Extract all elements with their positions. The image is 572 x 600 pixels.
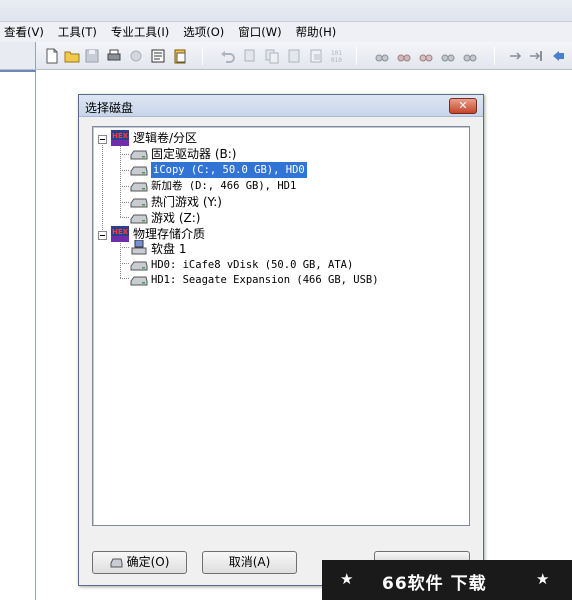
tree-connector <box>120 186 129 187</box>
hard-drive-icon <box>130 214 148 224</box>
toolbar: 101 010 <box>0 42 572 70</box>
paste-icon[interactable] <box>286 48 302 64</box>
tree-connector <box>120 278 129 279</box>
star-icon: ★ <box>340 570 354 588</box>
disabled-tool-icon[interactable] <box>128 48 144 64</box>
hard-drive-icon <box>130 166 148 176</box>
save-icon[interactable] <box>84 48 100 64</box>
menu-window[interactable]: 窗口(W) <box>231 24 288 40</box>
menu-pro-tools[interactable]: 专业工具(I) <box>104 24 176 40</box>
open-folder-icon[interactable] <box>64 48 80 64</box>
floppy-drive-icon <box>131 240 147 255</box>
replace-icon[interactable] <box>418 48 434 64</box>
copy-icon[interactable] <box>264 48 280 64</box>
bookmark-icon[interactable] <box>550 48 566 64</box>
tree-group-label: 逻辑卷/分区 <box>133 131 198 145</box>
clipboard-icon[interactable] <box>172 48 188 64</box>
undo-icon[interactable] <box>220 48 236 64</box>
watermark-text: 66软件 下载 <box>382 574 487 594</box>
dialog-titlebar: 选择磁盘 ✕ <box>79 95 483 117</box>
svg-text:101: 101 <box>331 50 342 57</box>
goto-icon[interactable] <box>528 48 544 64</box>
tree-item-label: HD1: Seagate Expansion (466 GB, USB) <box>151 274 379 286</box>
find-hex-icon[interactable] <box>396 48 412 64</box>
tree-connector <box>120 217 129 218</box>
tree-item-label: 热门游戏 (Y:) <box>151 195 222 209</box>
svg-text:010: 010 <box>331 57 342 64</box>
tree-connector <box>120 154 129 155</box>
star-icon: ★ <box>536 570 550 588</box>
toolbar-separator <box>202 47 203 65</box>
toolbar-separator <box>494 47 495 65</box>
menu-tools[interactable]: 工具(T) <box>51 24 104 40</box>
hard-drive-icon <box>130 182 148 192</box>
left-pane <box>0 70 36 600</box>
tree-connector <box>120 145 121 217</box>
cancel-button[interactable]: 取消(A) <box>202 551 297 574</box>
left-pane-header <box>0 42 36 69</box>
find-next-icon[interactable] <box>440 48 456 64</box>
cancel-button-label: 取消(A) <box>228 555 271 569</box>
hard-drive-icon <box>130 276 148 286</box>
collapse-logical-toggle[interactable] <box>98 135 107 144</box>
find-icon[interactable] <box>374 48 390 64</box>
tree-item-selected[interactable]: iCopy (C:, 50.0 GB), HD0 <box>151 162 307 178</box>
dialog-title: 选择磁盘 <box>85 101 134 115</box>
left-pane-accent <box>0 70 36 72</box>
tree-item[interactable]: 热门游戏 (Y:) <box>151 194 222 210</box>
hex-logo-icon: HEX <box>111 226 129 242</box>
tree-item[interactable]: 新加卷 (D:, 466 GB), HD1 <box>151 178 296 194</box>
ok-button-label: 确定(O) <box>126 555 170 569</box>
close-button[interactable]: ✕ <box>449 98 477 114</box>
tree-item[interactable]: 游戏 (Z:) <box>151 210 200 226</box>
tree-item-label: 新加卷 (D:, 466 GB), HD1 <box>151 180 297 192</box>
hard-drive-icon <box>130 198 148 208</box>
tree-connector <box>102 140 103 236</box>
tree-item[interactable]: HD0: iCafe8 vDisk (50.0 GB, ATA) <box>151 257 353 273</box>
hex-logo-icon: HEX <box>111 130 129 146</box>
window-title-strip <box>0 0 572 22</box>
properties-icon[interactable] <box>150 48 166 64</box>
tree-item[interactable]: HD1: Seagate Expansion (466 GB, USB) <box>151 272 379 288</box>
paste-special-icon[interactable] <box>308 48 324 64</box>
hard-drive-icon <box>130 150 148 160</box>
tree-connector <box>120 202 129 203</box>
new-file-icon[interactable] <box>44 48 60 64</box>
menu-options[interactable]: 选项(O) <box>176 24 231 40</box>
tree-connector <box>120 170 129 171</box>
print-icon[interactable] <box>106 48 122 64</box>
svg-text:HEX: HEX <box>112 132 129 140</box>
tree-item-label: HD0: iCafe8 vDisk (50.0 GB, ATA) <box>151 259 354 271</box>
site-watermark: ★ 66软件 下载 ★ <box>322 560 572 600</box>
ok-button[interactable]: 确定(O) <box>92 551 187 574</box>
tree-item[interactable]: 固定驱动器 (B:) <box>151 146 236 162</box>
menu-help[interactable]: 帮助(H) <box>289 24 344 40</box>
tree-item-label: 固定驱动器 (B:) <box>151 147 237 161</box>
collapse-physical-toggle[interactable] <box>98 231 107 240</box>
svg-text:HEX: HEX <box>112 228 129 236</box>
tree-connector <box>120 263 129 264</box>
toolbar-separator <box>356 47 357 65</box>
tree-connector <box>120 247 129 248</box>
tree-item-label: 软盘 1 <box>151 242 187 256</box>
tree-item-label: 游戏 (Z:) <box>151 211 201 225</box>
menu-view[interactable]: 查看(V) <box>0 24 51 40</box>
hard-drive-icon <box>130 261 148 271</box>
tree-item[interactable]: 软盘 1 <box>151 241 186 257</box>
cut-icon[interactable] <box>242 48 258 64</box>
tree-item-label: iCopy (C:, 50.0 GB), HD0 <box>151 162 307 178</box>
arrow-right-icon[interactable] <box>508 48 524 64</box>
select-disk-dialog: 选择磁盘 ✕ HEX 逻辑卷/分区 固定驱动器 (B:) iCopy (C:, … <box>78 94 484 586</box>
binary-icon[interactable]: 101 010 <box>330 48 346 64</box>
menu-bar: 查看(V) 工具(T) 专业工具(I) 选项(O) 窗口(W) 帮助(H) <box>0 22 572 42</box>
disk-check-icon <box>110 558 123 567</box>
tree-connector <box>120 238 121 278</box>
disk-tree[interactable]: HEX 逻辑卷/分区 固定驱动器 (B:) iCopy (C:, 50.0 GB… <box>92 126 470 526</box>
find-prev-icon[interactable] <box>462 48 478 64</box>
tree-group-logical[interactable]: 逻辑卷/分区 <box>133 130 197 146</box>
